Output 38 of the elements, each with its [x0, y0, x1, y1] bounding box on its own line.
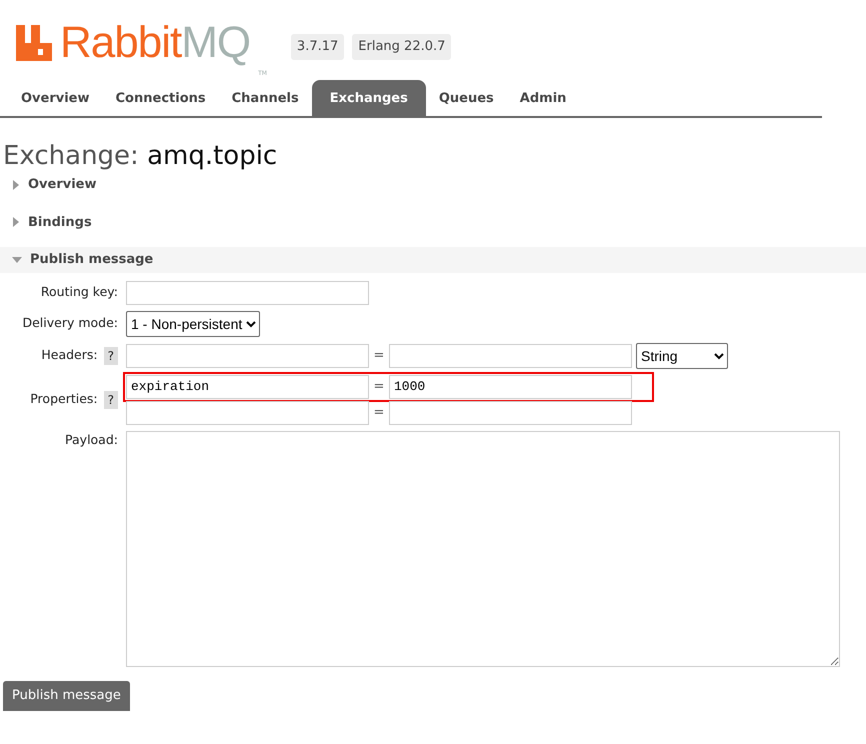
- section-toggle[interactable]: Publish message: [0, 247, 866, 272]
- input-field[interactable]: [126, 344, 369, 368]
- field-label: Routing key:: [40, 283, 118, 302]
- version-label: Erlang 22.0.7: [352, 34, 452, 60]
- section-toggle[interactable]: Overview: [0, 172, 866, 198]
- field-label: Headers:: [41, 346, 98, 364]
- field-label: Properties:: [30, 390, 98, 408]
- input-field[interactable]: [389, 344, 632, 368]
- collapse-icon: [12, 256, 22, 264]
- version-label: 3.7.17: [290, 34, 344, 60]
- input-field[interactable]: [126, 280, 369, 304]
- equals-sign: =: [372, 378, 386, 396]
- nav-tab[interactable]: Exchanges: [312, 80, 426, 116]
- help-button[interactable]: ?: [104, 390, 118, 408]
- nav-tab[interactable]: Connections: [102, 80, 219, 116]
- nav-tab[interactable]: Overview: [8, 80, 103, 116]
- equals-sign: =: [372, 346, 386, 365]
- help-button[interactable]: ?: [104, 346, 118, 364]
- input-field[interactable]: [126, 400, 369, 424]
- input-field[interactable]: 1000: [389, 374, 632, 398]
- page-title: Exchange: amq.topic: [3, 140, 278, 172]
- type-select[interactable]: String: [636, 342, 728, 368]
- expand-icon: [12, 180, 20, 190]
- nav-tab[interactable]: Channels: [218, 80, 312, 116]
- equals-sign: =: [372, 404, 386, 422]
- publish-button[interactable]: Publish message: [3, 681, 130, 710]
- field-label: Delivery mode:: [22, 314, 118, 332]
- payload-textarea[interactable]: [126, 430, 840, 666]
- section-toggle[interactable]: Bindings: [0, 210, 866, 235]
- nav-tab[interactable]: Admin: [506, 80, 580, 116]
- input-field[interactable]: [389, 400, 632, 424]
- input-field[interactable]: expiration: [126, 374, 369, 398]
- expand-icon: [12, 217, 20, 228]
- delivery-mode-select[interactable]: 1 - Non-persistent: [126, 310, 260, 336]
- field-label: Payload:: [65, 430, 118, 449]
- logo-icon: [16, 25, 52, 61]
- logo-text: RabbitMQ: [60, 17, 250, 69]
- nav-tab[interactable]: Queues: [426, 80, 507, 116]
